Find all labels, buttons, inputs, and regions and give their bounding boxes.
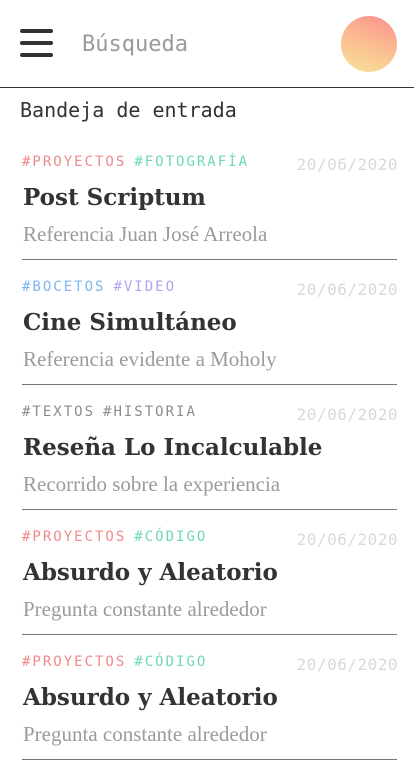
menu-bar [20,29,53,33]
item-subtitle: Referencia Juan José Arreola [23,222,268,246]
menu-bar [20,41,53,45]
tag-label[interactable]: #CÓDIGO [134,529,207,545]
avatar[interactable] [341,16,397,72]
hamburger-menu-icon[interactable] [20,29,53,58]
list-item[interactable]: #TEXTOS #HISTORIA 20/06/2020 Reseña Lo Inca… [0,400,414,525]
tag-label[interactable]: #PROYECTOS [22,529,126,545]
list-item[interactable]: #PROYECTOS #FOTOGRAFÍA 20/06/2020 Post Scri… [0,150,414,275]
item-tags: #PROYECTOS #CÓDIGO [22,654,215,670]
item-tags: #PROYECTOS #CÓDIGO [22,529,215,545]
search-input[interactable] [80,26,324,62]
item-date: 20/06/2020 [296,280,398,299]
item-subtitle: Pregunta constante alrededor [23,597,267,621]
divider [22,384,397,385]
divider [22,259,397,260]
app-header [0,0,414,88]
item-title: Post Scriptum [23,184,206,211]
tag-label[interactable]: #BOCETOS [22,279,105,295]
item-title: Absurdo y Aleatorio [23,684,278,711]
item-date: 20/06/2020 [296,155,398,174]
item-subtitle: Pregunta constante alrededor [23,722,267,746]
item-title: Absurdo y Aleatorio [23,559,278,586]
tag-label[interactable]: #PROYECTOS [22,154,126,170]
item-title: Cine Simultáneo [23,309,237,336]
message-list: #PROYECTOS #FOTOGRAFÍA 20/06/2020 Post Scri… [0,150,414,775]
item-date: 20/06/2020 [296,530,398,549]
item-date: 20/06/2020 [296,405,398,424]
tag-label[interactable]: #VIDEO [113,279,176,295]
tag-label[interactable]: #HISTORIA [103,404,197,420]
item-date: 20/06/2020 [296,655,398,674]
list-item[interactable]: #PROYECTOS #CÓDIGO 20/06/2020 Absurdo y Ale… [0,525,414,650]
inbox-title: Bandeja de entrada [20,98,237,122]
item-subtitle: Recorrido sobre la experiencia [23,472,281,496]
list-item[interactable]: #BOCETOS #VIDEO 20/06/2020 Cine Simultáneo R… [0,275,414,400]
divider [22,634,397,635]
item-tags: #PROYECTOS #FOTOGRAFÍA [22,154,257,170]
item-tags: #TEXTOS #HISTORIA [22,404,205,420]
menu-bar [20,53,53,57]
tag-label[interactable]: #CÓDIGO [134,654,207,670]
tag-label[interactable]: #PROYECTOS [22,654,126,670]
list-item[interactable]: #PROYECTOS #CÓDIGO 20/06/2020 Absurdo y Ale… [0,650,414,775]
item-tags: #BOCETOS #VIDEO [22,279,184,295]
divider [22,509,397,510]
item-title: Reseña Lo Incalculable [23,434,323,461]
tag-label[interactable]: #TEXTOS [22,404,95,420]
item-subtitle: Referencia evidente a Moholy [23,347,277,371]
tag-label[interactable]: #FOTOGRAFÍA [134,154,249,170]
divider [22,759,397,760]
